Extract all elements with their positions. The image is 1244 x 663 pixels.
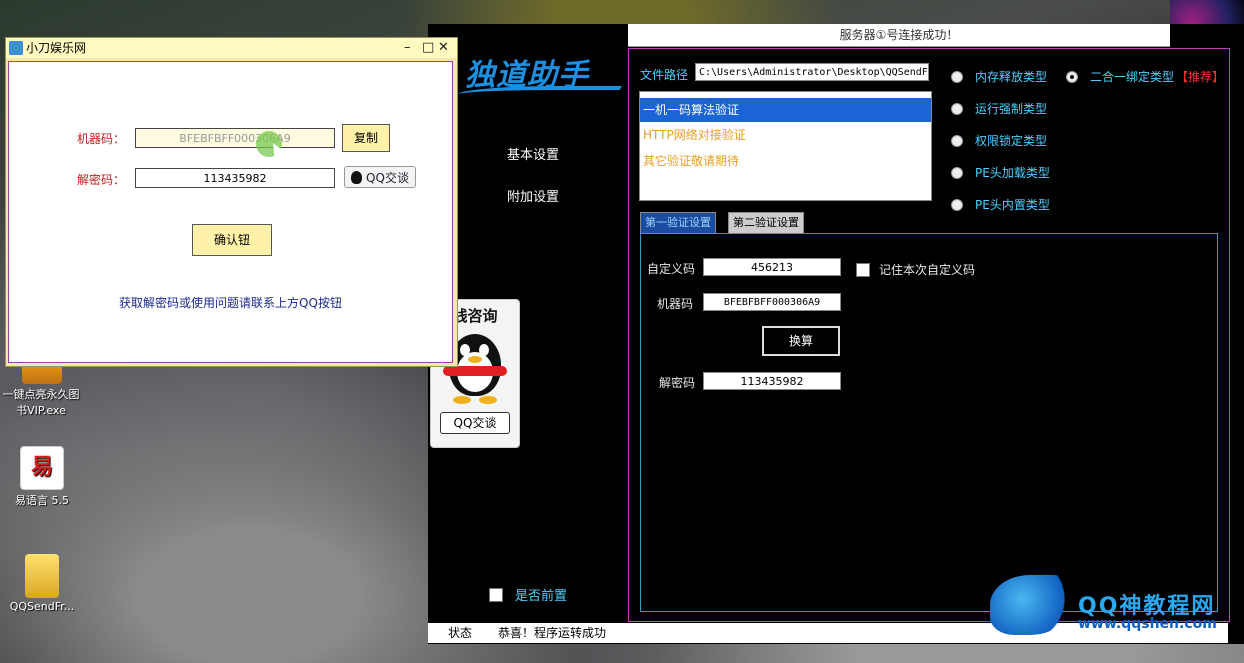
radio-group-types: 内存释放类型 运行强制类型 权限锁定类型 PE头加载类型 PE头内置类型 <box>951 68 1050 213</box>
folder-icon <box>25 554 59 598</box>
desktop-icon-label: QQSendFr... <box>9 600 75 613</box>
radio-button[interactable] <box>951 70 963 83</box>
radio-button[interactable] <box>951 102 963 115</box>
remember-label: 记住本次自定义码 <box>879 263 976 277</box>
tab-first-verify[interactable]: 第一验证设置 <box>640 212 716 234</box>
desktop-icon-qqsend[interactable]: QQSendFr... <box>2 554 82 613</box>
radio-button[interactable] <box>951 198 963 211</box>
topmost-label: 是否前置 <box>515 589 568 604</box>
unlock-code-label: 解密码 <box>659 376 696 390</box>
radio-label: 权限锁定类型 <box>975 134 1048 148</box>
custom-code-input[interactable]: 456213 <box>703 258 841 276</box>
dialog-qq-button[interactable]: QQ交谈 <box>344 166 416 188</box>
remember-option[interactable]: 记住本次自定义码 <box>856 261 975 278</box>
radio-memory[interactable]: 内存释放类型 <box>951 68 1050 85</box>
radio-button[interactable] <box>951 134 963 147</box>
desktop-icon-label: 一键点亮永久图书VIP.exe <box>2 388 80 417</box>
qq-icon <box>351 170 363 184</box>
dialog-unlock-input[interactable]: 113435982 <box>135 168 335 188</box>
dialog-unlock-label: 解密码： <box>77 173 126 187</box>
nav-basic-settings[interactable]: 基本设置 <box>507 144 559 163</box>
desktop-icon-label: 易语言 5.5 <box>15 494 69 507</box>
nav-extra-settings[interactable]: 附加设置 <box>507 186 559 205</box>
dialog-hint: 获取解密码或使用问题请联系上方QQ按钮 <box>119 296 342 310</box>
dialog-machine-input[interactable]: BFEBFBFF000306A9 <box>135 128 335 148</box>
radio-two-in-one[interactable]: 二合一绑定类型 【推荐】 <box>1066 68 1224 85</box>
minimize-icon[interactable]: – <box>404 38 411 58</box>
radio-lock[interactable]: 权限锁定类型 <box>951 132 1050 149</box>
eyuyan-icon: 易 <box>20 446 64 490</box>
maximize-icon[interactable]: □ <box>422 38 434 58</box>
verify-settings-group <box>640 233 1218 612</box>
dialog-title: 小刀娱乐网 <box>26 41 87 55</box>
dialog-machine-label: 机器码： <box>77 132 126 146</box>
status-label: 状态 <box>448 626 473 640</box>
radio-pe-load[interactable]: PE头加载类型 <box>951 164 1050 181</box>
tab-second-verify[interactable]: 第二验证设置 <box>728 212 804 234</box>
radio-pe-builtin[interactable]: PE头内置类型 <box>951 196 1050 213</box>
radio-label: 运行强制类型 <box>975 102 1048 116</box>
calculate-button[interactable]: 换算 <box>762 326 840 356</box>
radio-button[interactable] <box>951 166 963 179</box>
server-status: 服务器①号连接成功！ <box>628 24 1170 47</box>
radio-label: PE头加载类型 <box>975 166 1050 180</box>
dialog-body: 机器码： BFEBFBFF000306A9 复制 解密码： 113435982 … <box>8 61 453 363</box>
radio-button[interactable] <box>1066 70 1078 83</box>
remember-checkbox[interactable] <box>856 262 870 277</box>
recommend-tag: 【推荐】 <box>1176 70 1225 84</box>
topmost-option[interactable]: 是否前置 <box>489 585 567 604</box>
dialog-titlebar: 小刀娱乐网 – □ ✕ <box>6 38 457 58</box>
copy-button[interactable]: 复制 <box>342 124 390 152</box>
machine-code-input[interactable]: BFEBFBFF000306A9 <box>703 293 841 311</box>
confirm-button[interactable]: 确认钮 <box>192 224 272 256</box>
watermark-url: www.qqshen.com <box>1078 616 1217 632</box>
app-icon <box>9 41 23 55</box>
dialog-qq-label: QQ交谈 <box>366 170 409 185</box>
radio-label: PE头内置类型 <box>975 198 1050 212</box>
list-item[interactable]: HTTP网络对接验证 <box>640 122 931 148</box>
file-path-label: 文件路径 <box>640 68 689 82</box>
qq-chat-button[interactable]: QQ交谈 <box>440 412 510 434</box>
desktop-icon-eyuyan[interactable]: 易 易语言 5.5 <box>2 446 82 508</box>
desktop-icon-vip[interactable]: 一键点亮永久图书VIP.exe <box>2 358 82 418</box>
radio-label: 二合一绑定类型 <box>1090 70 1175 84</box>
topmost-checkbox[interactable] <box>489 587 503 602</box>
list-item[interactable]: 其它验证敬请期待 <box>640 148 931 174</box>
status-message: 恭喜！程序运转成功 <box>498 626 607 640</box>
custom-code-label: 自定义码 <box>647 262 696 276</box>
machine-code-label: 机器码 <box>657 297 694 311</box>
dragon-logo-icon <box>990 575 1070 635</box>
list-item[interactable]: 一机一码算法验证 <box>640 98 931 122</box>
radio-force[interactable]: 运行强制类型 <box>951 100 1050 117</box>
unlock-code-input[interactable]: 113435982 <box>703 372 841 390</box>
verify-list[interactable]: 一机一码算法验证 HTTP网络对接验证 其它验证敬请期待 <box>639 91 932 201</box>
file-path-input[interactable]: C:\Users\Administrator\Desktop\QQSendFr <box>695 63 929 81</box>
radio-label: 内存释放类型 <box>975 70 1048 84</box>
close-icon[interactable]: ✕ <box>438 38 449 58</box>
